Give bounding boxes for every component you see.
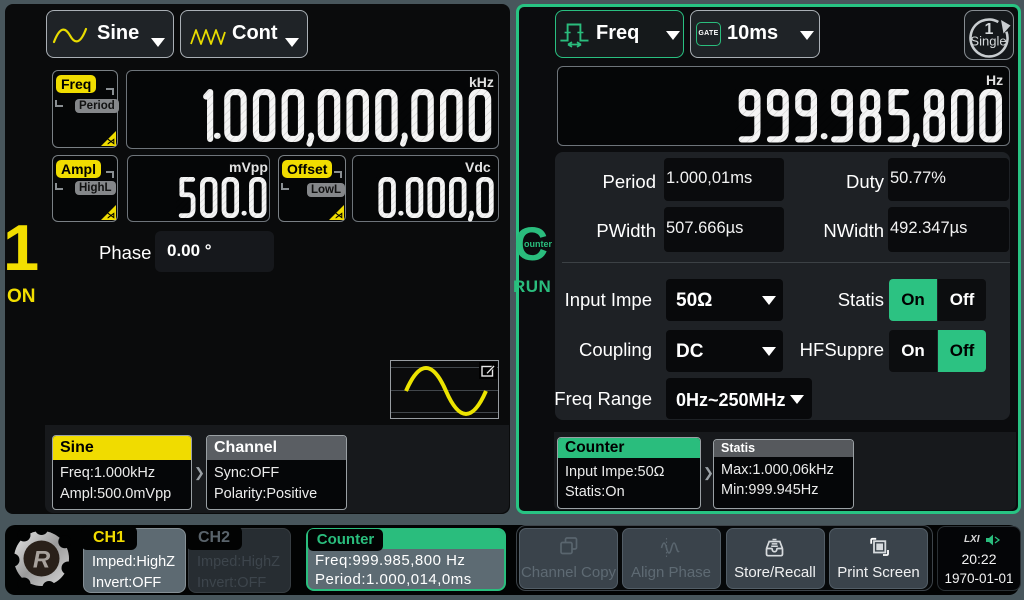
svg-text:Single: Single [970, 34, 1006, 49]
svg-text:R: R [33, 547, 51, 574]
